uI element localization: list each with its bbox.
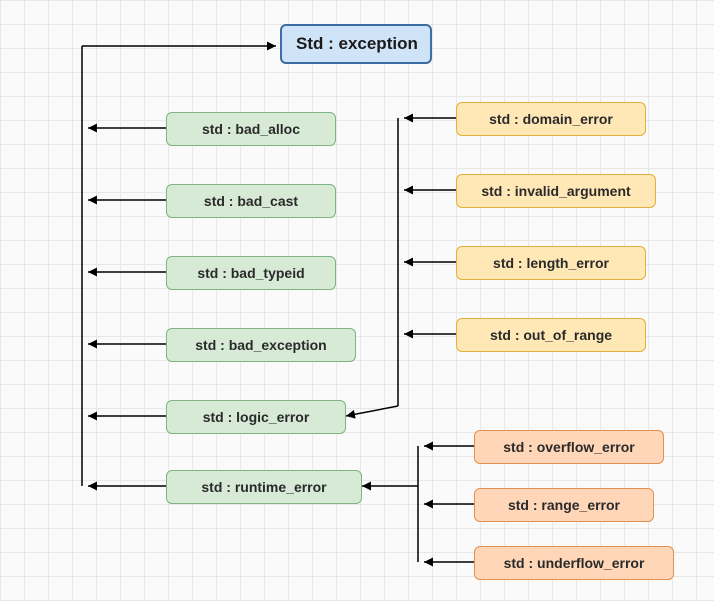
node-invalid-argument: std : invalid_argument xyxy=(456,174,656,208)
node-out-of-range: std : out_of_range xyxy=(456,318,646,352)
node-length-error: std : length_error xyxy=(456,246,646,280)
node-overflow-error: std : overflow_error xyxy=(474,430,664,464)
node-bad-exception: std : bad_exception xyxy=(166,328,356,362)
node-exception: Std : exception xyxy=(280,24,432,64)
node-domain-error: std : domain_error xyxy=(456,102,646,136)
node-runtime-error: std : runtime_error xyxy=(166,470,362,504)
node-bad-alloc: std : bad_alloc xyxy=(166,112,336,146)
node-underflow-error: std : underflow_error xyxy=(474,546,674,580)
node-range-error: std : range_error xyxy=(474,488,654,522)
node-bad-cast: std : bad_cast xyxy=(166,184,336,218)
node-bad-typeid: std : bad_typeid xyxy=(166,256,336,290)
node-logic-error: std : logic_error xyxy=(166,400,346,434)
